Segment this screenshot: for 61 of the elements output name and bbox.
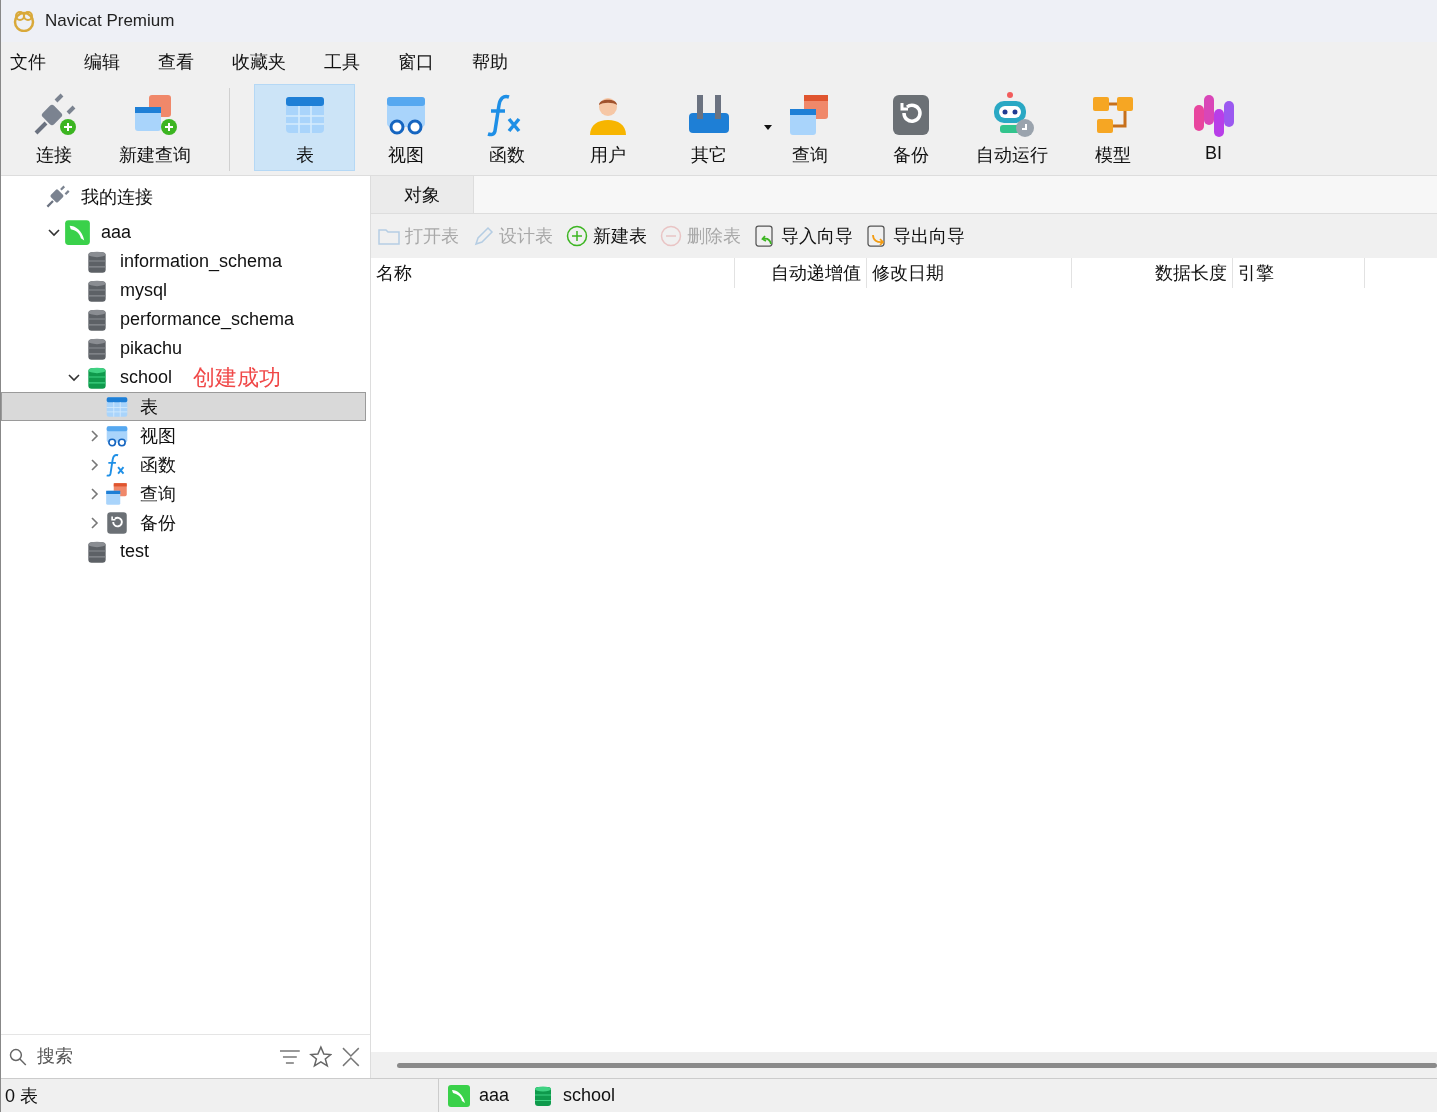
toolbar-button[interactable]: 其它 [658,84,759,171]
window-title: Navicat Premium [45,11,175,31]
menu-item[interactable]: 窗口 [398,50,434,74]
tree-item[interactable]: pikachu [1,334,188,363]
tree-item[interactable]: 函数 [1,450,181,479]
toolbar-button[interactable]: 自动运行 [961,84,1062,171]
tree-item[interactable]: 我的连接 [1,182,158,211]
status-text: aaa [479,1085,510,1106]
annotation-text: 创建成功 [193,365,281,390]
toolbar-button[interactable]: BI [1163,84,1264,171]
toolbar-button[interactable]: 模型 [1062,84,1163,171]
column-header[interactable]: 自动递增值 [735,258,867,288]
tree-item[interactable]: school [1,363,178,392]
menu-item[interactable]: 文件 [10,50,46,74]
dropdown-caret-icon[interactable] [764,125,772,130]
minus-circle-icon [659,224,683,248]
search-field[interactable]: 搜索 [34,1045,271,1068]
toolbar-button[interactable]: 函数 [456,84,557,171]
dolphin-icon [64,219,91,246]
plus-circle-icon [565,224,589,248]
filter-icon[interactable] [278,1048,301,1065]
plug-icon [44,183,71,210]
column-header[interactable]: 数据长度 [1072,258,1233,288]
toolbar-button[interactable]: 导入向导 [753,224,853,248]
menu-item[interactable]: 编辑 [84,50,120,74]
tree-item[interactable]: aaa [1,218,137,247]
menu-item[interactable]: 帮助 [472,50,508,74]
toolbar-button[interactable]: 表 [254,84,355,171]
column-header[interactable]: 名称 [371,258,735,288]
star-icon[interactable] [308,1044,333,1069]
tree-item[interactable]: 视图 [1,421,181,450]
menu-item[interactable]: 收藏夹 [232,50,286,74]
toolbar-button[interactable]: 连接 [3,84,104,171]
tree-item[interactable]: mysql [1,276,172,305]
tree-item[interactable]: performance_schema [1,305,300,334]
collapse-icon[interactable] [340,1045,362,1068]
backup-icon [104,509,130,536]
tree-item[interactable]: 备份 [1,508,181,537]
status-text: school [563,1085,616,1106]
toolbar-button[interactable]: 导出向导 [865,224,965,248]
search-icon [9,1047,27,1066]
menu-item[interactable]: 工具 [324,50,360,74]
toolbar-button[interactable]: 新建查询 [104,84,205,171]
menu-item[interactable]: 查看 [158,50,194,74]
query-icon [104,480,130,507]
logo-icon [13,10,35,32]
status-text: 0 表 [5,1084,38,1108]
tree-item[interactable]: test [1,537,154,566]
toolbar-button[interactable]: 视图 [355,84,456,171]
toolbar-button[interactable]: 用户 [557,84,658,171]
toolbar-button[interactable]: 备份 [860,84,961,171]
dolphin-icon [447,1083,471,1108]
tab[interactable]: 对象 [371,176,474,213]
tree-item[interactable]: 表 [1,392,366,421]
tree-item[interactable]: information_schema [1,247,288,276]
scrollbar-thumb[interactable] [397,1062,1437,1068]
column-header[interactable]: 引擎 [1233,258,1365,288]
column-header[interactable]: 修改日期 [867,258,1072,288]
tree-item[interactable]: 查询 [1,479,181,508]
toolbar-button[interactable]: 查询 [759,84,860,171]
toolbar-button[interactable]: 新建表 [565,224,647,248]
